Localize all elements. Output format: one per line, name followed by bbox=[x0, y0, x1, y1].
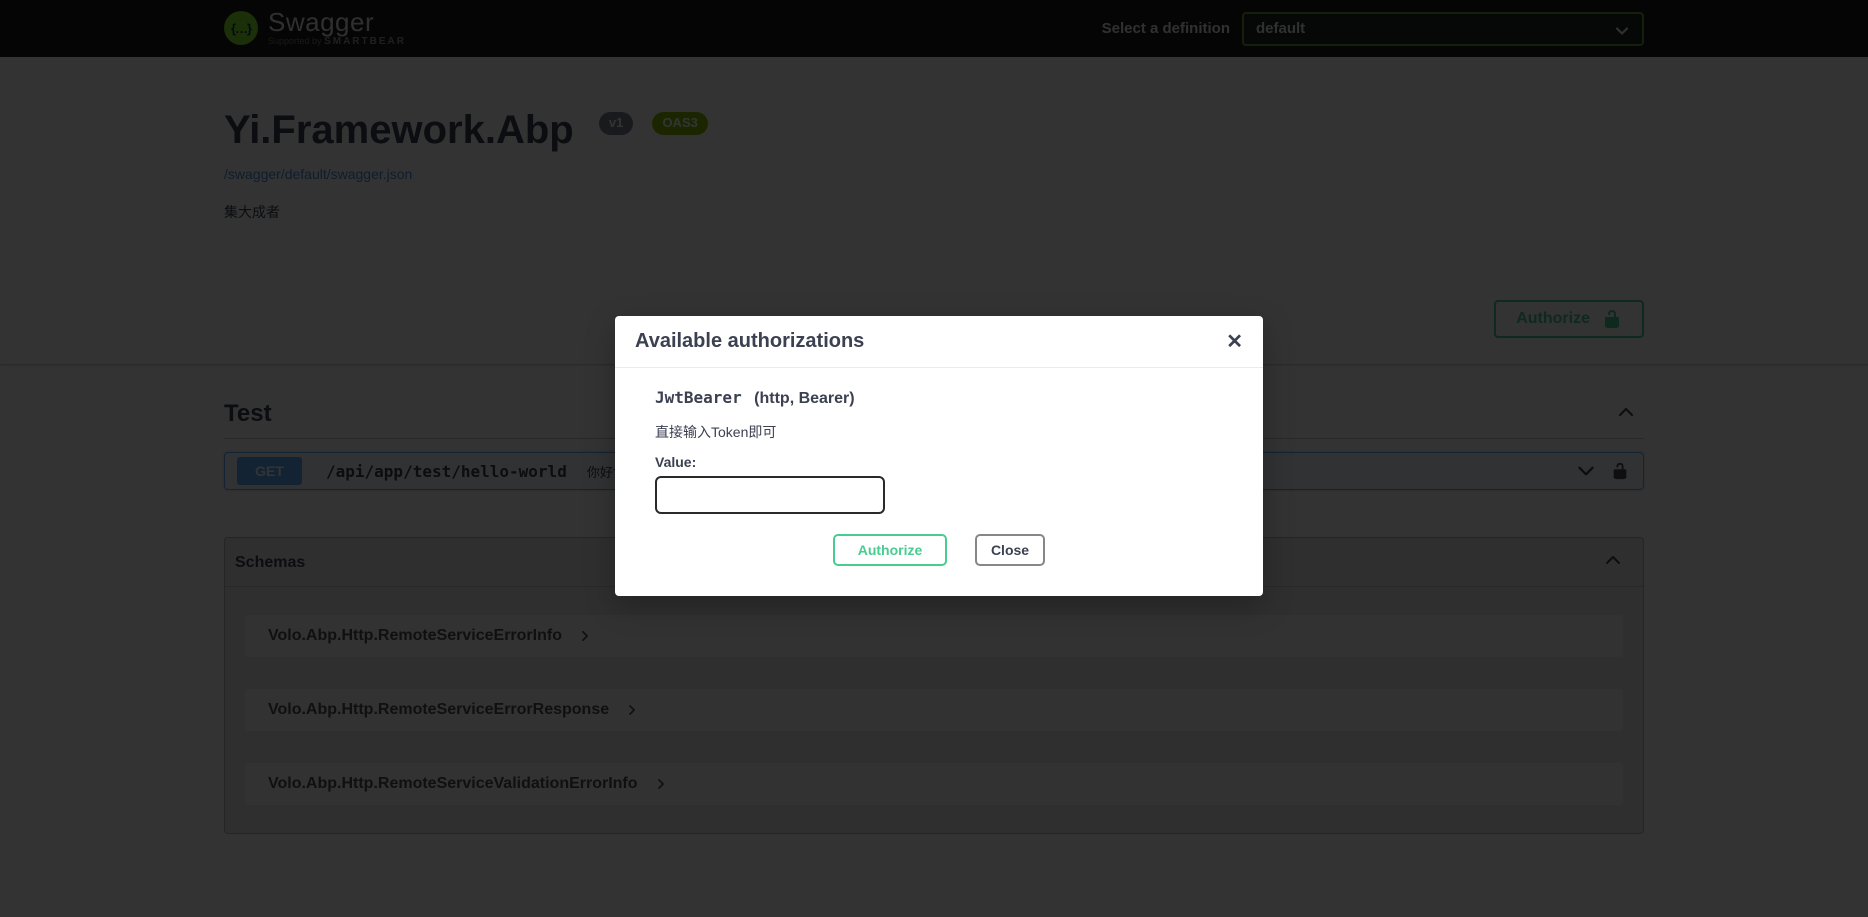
auth-scheme-heading: JwtBearer (http, Bearer) bbox=[655, 388, 1223, 408]
modal-actions: Authorize Close bbox=[655, 534, 1223, 566]
modal-header: Available authorizations ✕ bbox=[615, 316, 1263, 368]
modal-close-button[interactable]: Close bbox=[975, 534, 1045, 566]
modal-body: JwtBearer (http, Bearer) 直接输入Token即可 Val… bbox=[615, 368, 1263, 596]
authorizations-modal: Available authorizations ✕ JwtBearer (ht… bbox=[615, 316, 1263, 596]
modal-authorize-button[interactable]: Authorize bbox=[833, 534, 947, 566]
auth-scheme-description: 直接输入Token即可 bbox=[655, 422, 1223, 442]
token-value-input[interactable] bbox=[655, 476, 885, 514]
swagger-ui-page: {…} Swagger Supported by SMARTBEAR Selec… bbox=[0, 0, 1868, 917]
auth-scheme-name: JwtBearer bbox=[655, 388, 742, 407]
auth-scheme-type: (http, Bearer) bbox=[754, 390, 854, 407]
modal-title: Available authorizations bbox=[635, 330, 864, 353]
value-label: Value: bbox=[655, 454, 1223, 470]
close-icon[interactable]: ✕ bbox=[1226, 332, 1243, 352]
